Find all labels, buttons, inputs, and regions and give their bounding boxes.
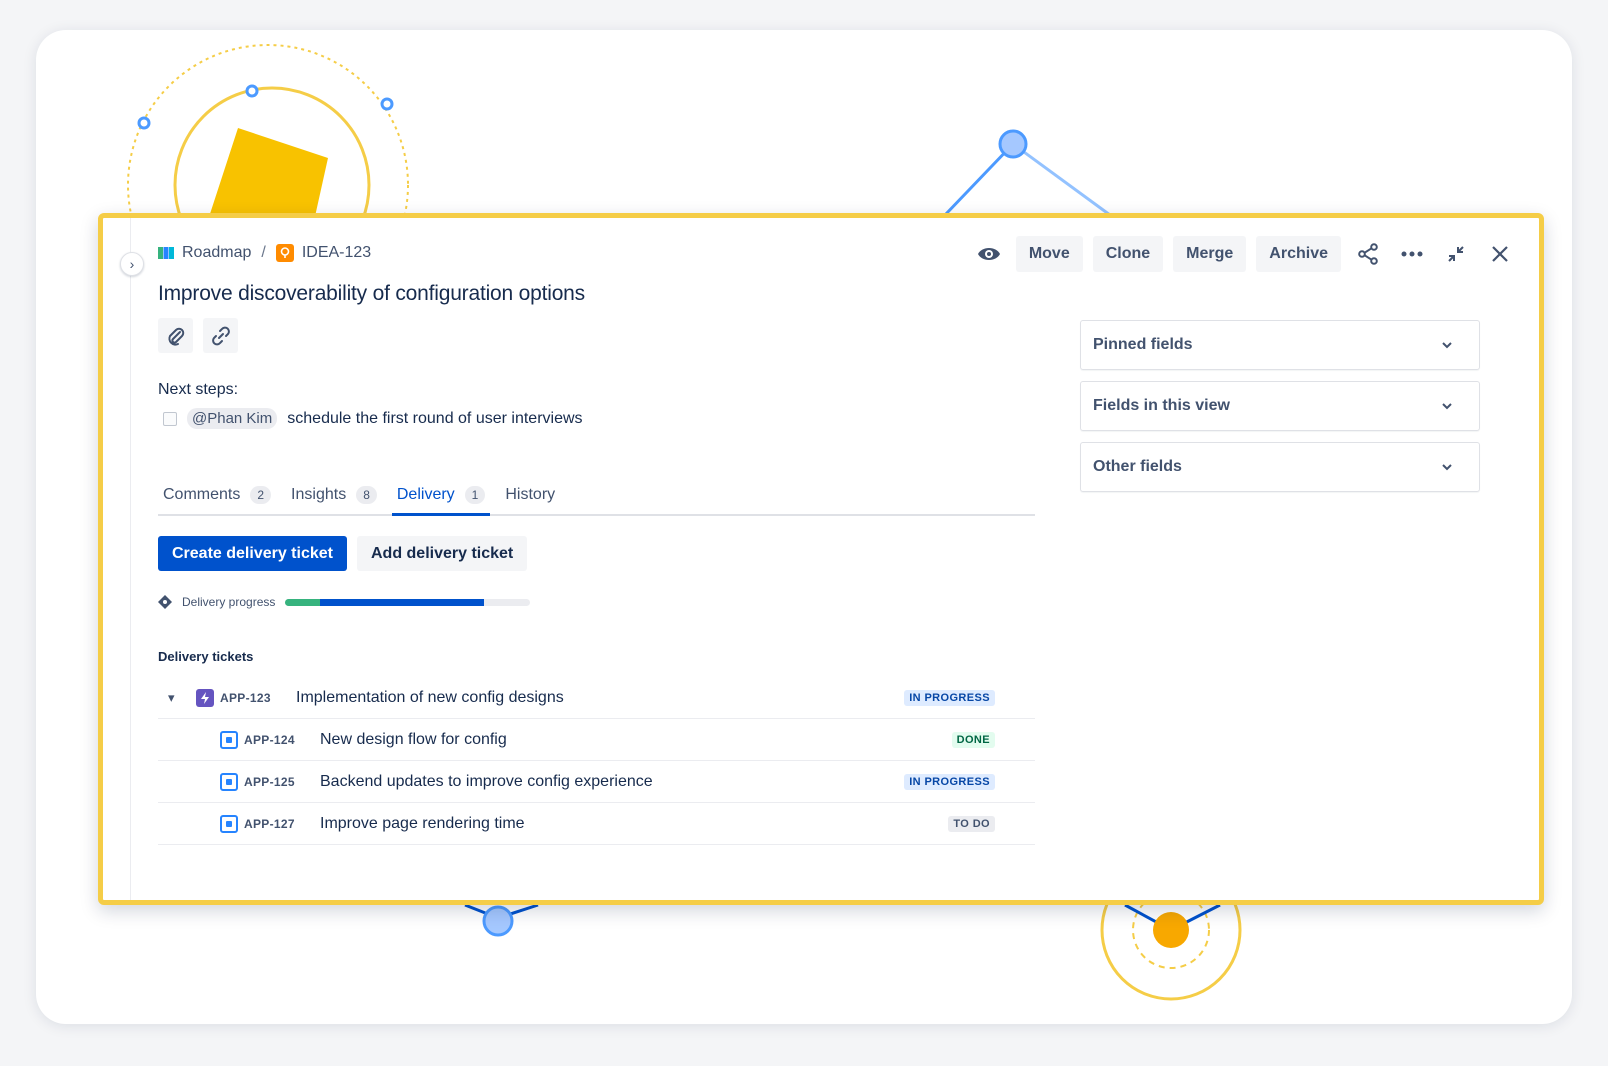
fields-in-view-section[interactable]: Fields in this view xyxy=(1080,381,1480,431)
breadcrumb: Roadmap / IDEA-123 xyxy=(158,244,371,262)
chevron-down-icon xyxy=(1442,403,1452,410)
task-icon xyxy=(220,730,238,749)
status-badge: TO DO xyxy=(948,815,995,832)
issue-toolbar: Move Clone Merge Archive xyxy=(972,236,1517,272)
chevron-down-icon[interactable]: ▾ xyxy=(168,690,186,706)
tab-label: Comments xyxy=(163,486,241,503)
status-badge: IN PROGRESS xyxy=(904,689,995,706)
share-icon xyxy=(1358,243,1378,265)
diamond-icon xyxy=(158,595,172,609)
watch-button[interactable] xyxy=(972,236,1006,272)
ticket-key[interactable]: APP-123 xyxy=(220,691,288,705)
attachment-toolbar xyxy=(158,318,238,353)
side-divider xyxy=(130,218,131,900)
ticket-summary[interactable]: New design flow for config xyxy=(320,731,1035,749)
more-icon xyxy=(1401,251,1423,257)
breadcrumb-issue-key[interactable]: IDEA-123 xyxy=(302,244,371,262)
section-label: Fields in this view xyxy=(1093,397,1230,414)
archive-button[interactable]: Archive xyxy=(1256,236,1341,272)
table-row[interactable]: APP-124 New design flow for config DONE xyxy=(158,719,1035,761)
ticket-key[interactable]: APP-124 xyxy=(244,733,312,747)
create-delivery-ticket-button[interactable]: Create delivery ticket xyxy=(158,536,347,571)
paperclip-icon xyxy=(167,327,184,346)
ticket-key[interactable]: APP-125 xyxy=(244,775,312,789)
collapse-button[interactable] xyxy=(1439,236,1473,272)
pinned-fields-section[interactable]: Pinned fields xyxy=(1080,320,1480,370)
progress-done-segment xyxy=(285,598,320,606)
task-icon xyxy=(220,772,238,791)
merge-button[interactable]: Merge xyxy=(1173,236,1247,272)
activity-tabs: Comments 2 Insights 8 Delivery 1 History xyxy=(158,476,1035,516)
todo-checkbox[interactable] xyxy=(163,411,177,426)
clone-button[interactable]: Clone xyxy=(1092,236,1164,272)
issue-panel: › Roadmap / IDEA-123 Move Clone Merge Ar… xyxy=(98,213,1544,905)
delivery-progress-label: Delivery progress xyxy=(182,595,276,609)
fields-sidebar: Pinned fields Fields in this view Other … xyxy=(1080,320,1480,503)
add-delivery-ticket-button[interactable]: Add delivery ticket xyxy=(356,536,528,571)
lightbulb-icon xyxy=(275,244,294,262)
tab-label: Insights xyxy=(291,486,347,503)
tab-label: History xyxy=(505,486,556,503)
status-badge: DONE xyxy=(951,731,995,748)
chevron-down-icon xyxy=(1442,342,1452,349)
delivery-actions: Create delivery ticket Add delivery tick… xyxy=(158,536,528,571)
tab-count-badge: 1 xyxy=(464,486,486,504)
ticket-key[interactable]: APP-127 xyxy=(244,817,312,831)
tab-count-badge: 2 xyxy=(250,486,272,504)
move-button[interactable]: Move xyxy=(1015,236,1083,272)
eye-icon xyxy=(977,248,1000,260)
table-row[interactable]: ▾ APP-123 Implementation of new config d… xyxy=(158,677,1035,719)
expand-sidebar-button[interactable]: › xyxy=(120,252,144,276)
progress-in-progress-segment xyxy=(319,598,484,606)
todo-item: @Phan Kim schedule the first round of us… xyxy=(163,408,583,429)
link-icon xyxy=(211,326,230,345)
tab-delivery[interactable]: Delivery 1 xyxy=(391,476,491,516)
delivery-tickets-list: ▾ APP-123 Implementation of new config d… xyxy=(158,677,1035,845)
chevron-right-icon: › xyxy=(129,256,135,272)
breadcrumb-separator: / xyxy=(261,244,266,261)
issue-title[interactable]: Improve discoverability of configuration… xyxy=(158,282,585,306)
task-icon xyxy=(220,814,238,833)
tab-comments[interactable]: Comments 2 xyxy=(158,476,276,514)
status-badge: IN PROGRESS xyxy=(904,773,995,790)
collapse-icon xyxy=(1448,246,1464,262)
close-button[interactable] xyxy=(1483,236,1517,272)
tab-history[interactable]: History xyxy=(500,476,560,514)
epic-icon xyxy=(196,688,214,707)
todo-text: schedule the first round of user intervi… xyxy=(287,409,583,427)
delivery-progress: Delivery progress xyxy=(158,595,531,609)
more-button[interactable] xyxy=(1395,236,1429,272)
tab-label: Delivery xyxy=(396,486,455,503)
user-mention[interactable]: @Phan Kim xyxy=(187,408,278,429)
close-icon xyxy=(1492,246,1508,262)
progress-bar xyxy=(285,598,531,606)
tab-insights[interactable]: Insights 8 xyxy=(286,476,382,514)
section-label: Pinned fields xyxy=(1093,336,1193,353)
next-steps-label: Next steps: xyxy=(158,381,239,398)
delivery-tickets-heading: Delivery tickets xyxy=(158,649,254,664)
link-issue-button[interactable] xyxy=(203,318,238,353)
attach-button[interactable] xyxy=(158,318,193,353)
breadcrumb-project[interactable]: Roadmap xyxy=(182,244,251,262)
chevron-down-icon xyxy=(1442,464,1452,471)
ticket-summary[interactable]: Improve page rendering time xyxy=(320,815,1035,833)
map-icon xyxy=(158,247,174,259)
other-fields-section[interactable]: Other fields xyxy=(1080,442,1480,492)
section-label: Other fields xyxy=(1093,458,1182,475)
table-row[interactable]: APP-125 Backend updates to improve confi… xyxy=(158,761,1035,803)
share-button[interactable] xyxy=(1351,236,1385,272)
table-row[interactable]: APP-127 Improve page rendering time TO D… xyxy=(158,803,1035,845)
tab-count-badge: 8 xyxy=(356,486,377,504)
